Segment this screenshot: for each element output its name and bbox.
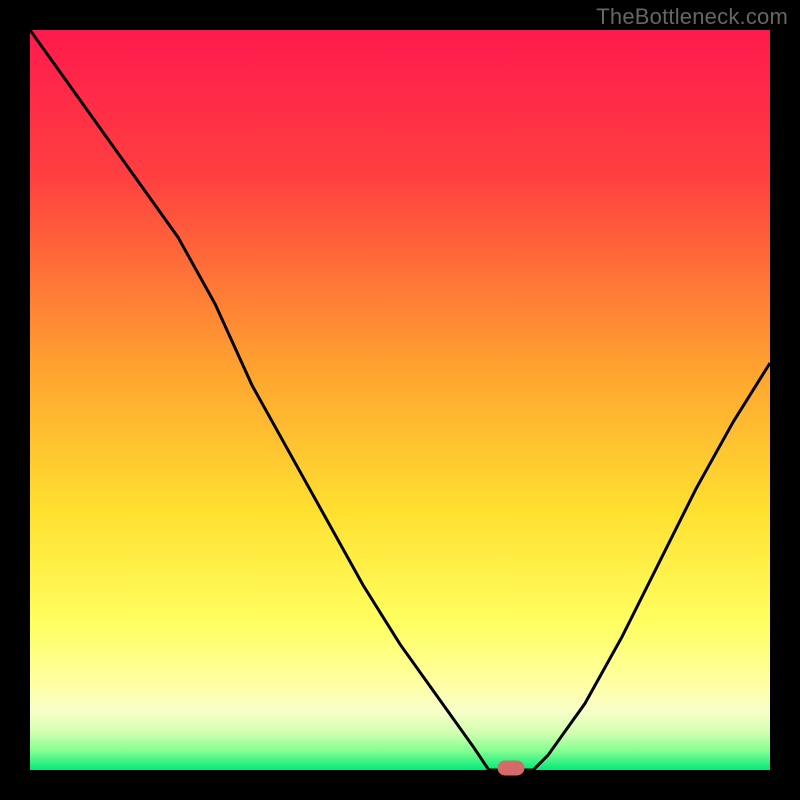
chart-frame: TheBottleneck.com [0, 0, 800, 800]
gradient-background [30, 30, 770, 770]
bottleneck-marker [498, 761, 524, 775]
bottleneck-curve-chart [0, 0, 800, 800]
